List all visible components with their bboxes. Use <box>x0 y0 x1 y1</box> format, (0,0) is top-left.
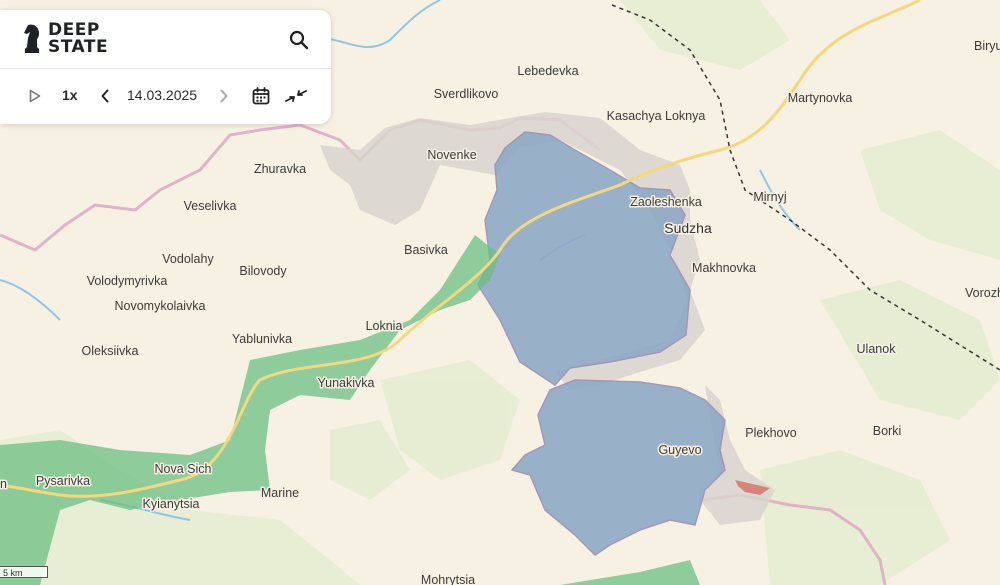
knight-chess-icon <box>24 24 40 53</box>
place-label: Mirnyj <box>753 190 786 204</box>
place-label: Biryu <box>974 39 1000 53</box>
place-label: Guyevo <box>658 443 701 457</box>
chevron-left-icon <box>101 89 109 103</box>
brand-logo[interactable]: DEEP STATE <box>22 22 108 56</box>
brand-line-2: STATE <box>48 37 109 57</box>
panel-header: DEEP STATE <box>0 10 331 69</box>
place-label: Makhnovka <box>692 261 756 275</box>
place-label: Martynovka <box>788 91 853 105</box>
calendar-button[interactable] <box>250 85 272 107</box>
play-button[interactable] <box>26 86 44 106</box>
place-label: Nova Sich <box>155 462 212 476</box>
search-button[interactable] <box>287 28 311 52</box>
place-label: Bilovody <box>239 264 287 278</box>
place-label: Novomykolaivka <box>114 299 205 313</box>
current-date: 14.03.2025 <box>127 87 198 103</box>
compare-button[interactable] <box>284 85 308 107</box>
place-label: Borki <box>873 424 901 438</box>
place-label: Pysarivka <box>36 474 90 488</box>
place-label: Mohrytsia <box>421 573 475 585</box>
control-panel: DEEP STATE 1x 14.03.2025 <box>0 10 331 124</box>
place-label: Yunakivka <box>318 376 375 390</box>
map-scale: 5 km <box>0 566 48 578</box>
place-label: Zhuravka <box>254 162 306 176</box>
next-date-button[interactable] <box>216 87 232 105</box>
place-label: Plekhovo <box>745 426 796 440</box>
place-label: Basivka <box>404 243 448 257</box>
search-icon <box>289 30 309 50</box>
chevron-right-icon <box>220 89 228 103</box>
place-label: n <box>0 477 7 491</box>
speed-toggle[interactable]: 1x <box>62 87 78 103</box>
timeline-controls: 1x 14.03.2025 <box>0 68 331 124</box>
place-label: Lebedevka <box>517 64 578 78</box>
collapse-arrows-icon <box>285 90 307 102</box>
place-label: Sverdlikovo <box>434 87 499 101</box>
place-label: Yablunivka <box>232 332 292 346</box>
place-label: Kyianytsia <box>143 497 200 511</box>
place-label: Oleksiivka <box>82 344 139 358</box>
place-label: Veselivka <box>184 199 237 213</box>
place-label: Loknia <box>366 319 403 333</box>
prev-date-button[interactable] <box>97 87 113 105</box>
play-icon <box>29 89 41 103</box>
calendar-icon <box>252 87 270 105</box>
place-label: Ulanok <box>857 342 897 356</box>
brand-name: DEEP STATE <box>48 22 108 56</box>
place-label: Volodymyrivka <box>87 274 168 288</box>
place-label: Kasachya Loknya <box>607 109 706 123</box>
place-label: Vorozh <box>965 286 1000 300</box>
place-label: Marine <box>261 486 299 500</box>
place-label: Novenke <box>427 148 476 162</box>
place-label: Vodolahy <box>162 252 214 266</box>
place-label: Zaoleshenka <box>630 195 702 209</box>
place-label: Sudzha <box>664 220 712 236</box>
